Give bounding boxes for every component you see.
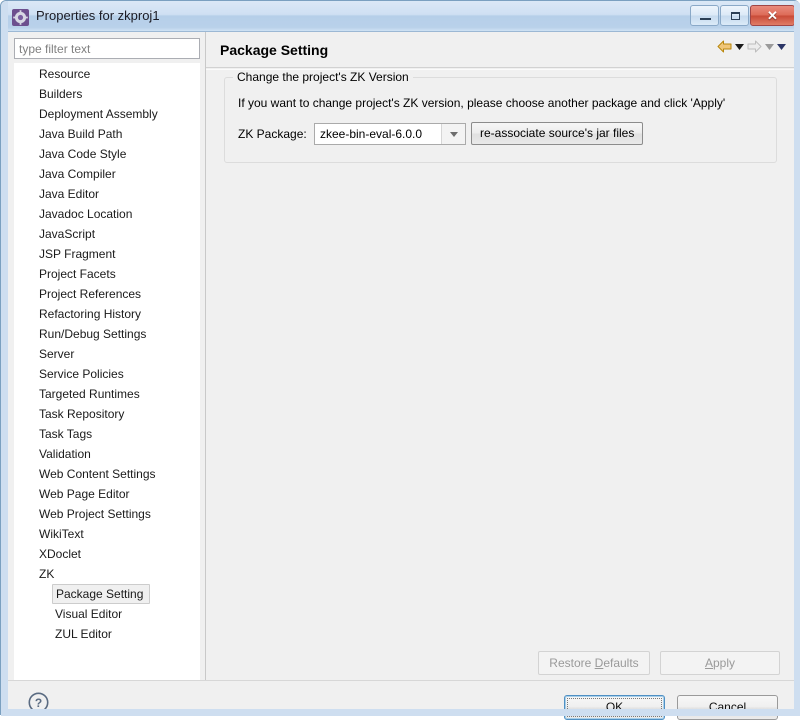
restore-defaults-post: efaults bbox=[603, 656, 639, 670]
tree-item[interactable]: XDoclet bbox=[15, 544, 199, 564]
tree-item[interactable]: Project Facets bbox=[15, 264, 199, 284]
tree-item[interactable]: Project References bbox=[15, 284, 199, 304]
dialog-client-area: ResourceBuildersDeployment AssemblyJava … bbox=[8, 32, 794, 720]
tree-bottom-filler bbox=[14, 649, 200, 680]
forward-menu-chevron-down-icon bbox=[765, 43, 774, 50]
title-bar: Properties for zkproj1 ✕ bbox=[1, 1, 800, 32]
tree-item[interactable]: Web Page Editor bbox=[15, 484, 199, 504]
title-divider bbox=[206, 67, 794, 68]
tree-item-selected[interactable]: Package Setting bbox=[52, 584, 151, 604]
tree-item[interactable]: Visual Editor bbox=[15, 604, 199, 624]
restore-defaults-pre: Restore bbox=[549, 656, 595, 670]
help-question-icon[interactable]: ? bbox=[27, 691, 50, 714]
tree-item[interactable]: Deployment Assembly bbox=[15, 104, 199, 124]
tree-item[interactable]: ZK bbox=[15, 564, 199, 584]
cancel-button[interactable]: Cancel bbox=[677, 695, 778, 720]
tree-item[interactable]: Server bbox=[15, 344, 199, 364]
groupbox-legend: Change the project's ZK Version bbox=[233, 70, 413, 84]
filter-input[interactable] bbox=[14, 38, 200, 59]
tree-item[interactable]: Service Policies bbox=[15, 364, 199, 384]
view-menu-chevron-down-icon[interactable] bbox=[777, 43, 786, 50]
settings-page-panel: Package Setting Change the project's ZK … bbox=[205, 32, 794, 649]
close-icon: ✕ bbox=[767, 7, 778, 23]
window-controls: ✕ bbox=[690, 5, 795, 26]
tree-item[interactable]: Task Repository bbox=[15, 404, 199, 424]
tree-item[interactable]: Resource bbox=[15, 64, 199, 84]
tree-item[interactable]: JavaScript bbox=[15, 224, 199, 244]
settings-tree[interactable]: Resource Builders Deployment Assembly Java … bbox=[14, 63, 200, 649]
properties-dialog-window: Properties for zkproj1 ✕ ResourceBuilder… bbox=[0, 0, 800, 720]
maximize-button[interactable] bbox=[720, 5, 749, 26]
tree-item[interactable]: ZUL Editor bbox=[15, 624, 199, 644]
maximize-icon bbox=[731, 12, 740, 20]
tree-item[interactable]: Java Editor bbox=[15, 184, 199, 204]
zk-package-combobox[interactable]: zkee-bin-eval-6.0.0 bbox=[314, 123, 466, 145]
combobox-chevron-down-icon[interactable] bbox=[441, 124, 465, 144]
page-action-buttons: Restore Defaults Apply bbox=[205, 649, 794, 680]
apply-post: pply bbox=[713, 656, 736, 670]
tree-item[interactable]: Java Code Style bbox=[15, 144, 199, 164]
close-button[interactable]: ✕ bbox=[750, 5, 795, 26]
tree-item[interactable]: Web Content Settings bbox=[15, 464, 199, 484]
tree-item[interactable]: Run/Debug Settings bbox=[15, 324, 199, 344]
zk-package-label: ZK Package: bbox=[238, 127, 307, 141]
zk-package-value: zkee-bin-eval-6.0.0 bbox=[320, 127, 423, 141]
tree-item[interactable]: Task Tags bbox=[15, 424, 199, 444]
tree-item[interactable]: Java Build Path bbox=[15, 124, 199, 144]
back-arrow-icon[interactable] bbox=[717, 40, 732, 53]
zk-version-groupbox bbox=[224, 77, 777, 163]
minimize-icon bbox=[700, 18, 711, 20]
ok-focus-ring bbox=[567, 698, 662, 717]
tree-item[interactable]: JSP Fragment bbox=[15, 244, 199, 264]
forward-arrow-icon bbox=[747, 40, 762, 53]
page-title: Package Setting bbox=[220, 42, 329, 58]
tree-item[interactable]: Java Compiler bbox=[15, 164, 199, 184]
reassociate-source-jars-button[interactable]: re-associate source's jar files bbox=[471, 122, 644, 145]
tree-item[interactable]: WikiText bbox=[15, 524, 199, 544]
tree-item[interactable]: Builders bbox=[15, 84, 199, 104]
tree-item[interactable]: Web Project Settings bbox=[15, 504, 199, 524]
groupbox-description: If you want to change project's ZK versi… bbox=[238, 96, 726, 110]
tree-item[interactable]: Javadoc Location bbox=[15, 204, 199, 224]
tree-item[interactable]: Targeted Runtimes bbox=[15, 384, 199, 404]
dialog-footer: ? OK Cancel bbox=[8, 681, 794, 720]
tree-item[interactable]: Refactoring History bbox=[15, 304, 199, 324]
apply-mnemonic: A bbox=[704, 656, 713, 670]
restore-defaults-button[interactable]: Restore Defaults bbox=[538, 651, 650, 675]
minimize-button[interactable] bbox=[690, 5, 719, 26]
properties-gear-icon bbox=[12, 9, 29, 26]
tree-item[interactable]: Validation bbox=[15, 444, 199, 464]
window-title: Properties for zkproj1 bbox=[36, 8, 160, 23]
cancel-button-label: Cancel bbox=[708, 700, 747, 714]
back-menu-chevron-down-icon[interactable] bbox=[735, 43, 744, 50]
apply-button[interactable]: Apply bbox=[660, 651, 780, 675]
ok-button[interactable]: OK bbox=[564, 695, 665, 720]
page-navigation bbox=[717, 40, 786, 53]
svg-text:?: ? bbox=[35, 696, 42, 710]
